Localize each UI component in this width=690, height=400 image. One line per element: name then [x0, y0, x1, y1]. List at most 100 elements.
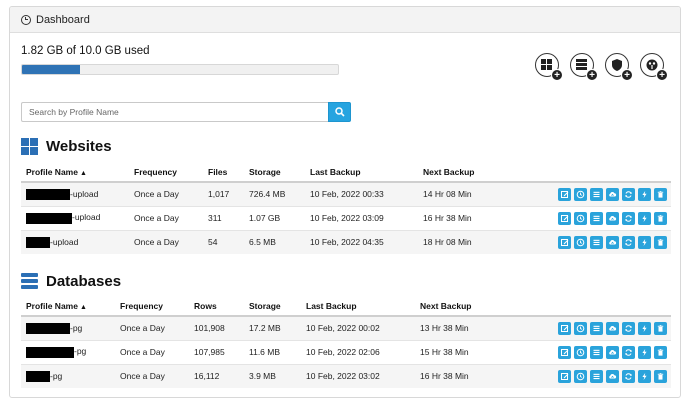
- bolt-button[interactable]: [638, 369, 651, 383]
- bolt-icon: [642, 324, 647, 332]
- history-button[interactable]: [574, 321, 587, 335]
- column-header-storage: Storage: [249, 163, 310, 183]
- panel-header: Dashboard: [10, 7, 680, 33]
- bolt-icon: [642, 190, 647, 198]
- history-button[interactable]: [574, 187, 587, 201]
- trash-icon: [657, 348, 664, 356]
- add-security-button[interactable]: +: [605, 53, 633, 81]
- bolt-button[interactable]: [638, 211, 651, 225]
- list-button[interactable]: [590, 211, 603, 225]
- actions-cell: [541, 229, 671, 254]
- bolt-button[interactable]: [638, 235, 651, 249]
- table-header-row: Profile Name ▲ Frequency Files Storage La…: [21, 163, 671, 183]
- list-button[interactable]: [590, 235, 603, 249]
- history-icon: [576, 190, 585, 199]
- table-row: -upload Once a Day 1,017 726.4 MB 10 Feb…: [21, 181, 671, 206]
- bolt-button[interactable]: [638, 187, 651, 201]
- history-icon: [576, 214, 585, 222]
- trash-button[interactable]: [654, 187, 667, 201]
- cloud-upload-button[interactable]: [606, 369, 619, 383]
- table-row: -pg Once a Day 16,112 3.9 MB 10 Feb, 202…: [21, 363, 671, 388]
- trash-button[interactable]: [654, 211, 667, 225]
- cloud-upload-icon: [609, 349, 617, 354]
- storage-cell: 1.07 GB: [249, 205, 310, 230]
- cloud-upload-button[interactable]: [606, 187, 619, 201]
- add-website-icon: [541, 59, 552, 70]
- next-backup-cell: 14 Hr 08 Min: [423, 181, 541, 206]
- trash-button[interactable]: [654, 345, 667, 359]
- refresh-button[interactable]: [622, 345, 635, 359]
- history-button[interactable]: [574, 345, 587, 359]
- cloud-upload-icon: [609, 373, 617, 379]
- trash-icon: [657, 238, 664, 246]
- trash-button[interactable]: [654, 235, 667, 249]
- column-header-profile-name[interactable]: Profile Name ▲: [21, 297, 120, 317]
- edit-button[interactable]: [558, 345, 571, 359]
- list-button[interactable]: [590, 321, 603, 335]
- history-button[interactable]: [574, 211, 587, 225]
- list-icon: [593, 215, 600, 221]
- table-header-row: Profile Name ▲ Frequency Rows Storage Las…: [21, 297, 671, 317]
- edit-icon: [561, 324, 569, 332]
- panel-title: Dashboard: [36, 13, 90, 26]
- trash-button[interactable]: [654, 321, 667, 335]
- edit-button[interactable]: [558, 211, 571, 225]
- list-button[interactable]: [590, 345, 603, 359]
- databases-icon: [21, 273, 38, 290]
- bolt-button[interactable]: [638, 321, 651, 335]
- history-button[interactable]: [574, 369, 587, 383]
- actions-cell: [541, 205, 671, 230]
- edit-button[interactable]: [558, 187, 571, 201]
- edit-icon: [561, 348, 569, 356]
- add-website-button[interactable]: +: [535, 53, 563, 81]
- profile-search: [21, 102, 351, 122]
- list-icon: [593, 349, 600, 355]
- search-button[interactable]: [328, 102, 351, 122]
- history-button[interactable]: [574, 235, 587, 249]
- rows-cell: 107,985: [194, 339, 249, 364]
- table-row: -upload Once a Day 54 6.5 MB 10 Feb, 202…: [21, 229, 671, 254]
- refresh-button[interactable]: [622, 211, 635, 225]
- refresh-button[interactable]: [622, 235, 635, 249]
- sort-ascending-icon: ▲: [79, 304, 87, 311]
- bolt-icon: [642, 372, 647, 380]
- column-header-profile-name[interactable]: Profile Name ▲: [21, 163, 134, 183]
- redacted-name: [26, 322, 70, 334]
- column-header-last-backup: Last Backup: [306, 297, 420, 317]
- column-header-next-backup: Next Backup: [420, 297, 541, 317]
- column-header-files: Files: [208, 163, 249, 183]
- rows-cell: 16,112: [194, 363, 249, 388]
- profile-name-cell: -pg: [21, 363, 120, 388]
- add-database-button[interactable]: +: [570, 53, 598, 81]
- files-cell: 54: [208, 229, 249, 254]
- refresh-button[interactable]: [622, 321, 635, 335]
- sort-ascending-icon: ▲: [79, 170, 87, 177]
- edit-button[interactable]: [558, 235, 571, 249]
- bolt-button[interactable]: [638, 345, 651, 359]
- bolt-icon: [642, 238, 647, 246]
- list-button[interactable]: [590, 369, 603, 383]
- edit-button[interactable]: [558, 369, 571, 383]
- databases-table: Profile Name ▲ Frequency Rows Storage Las…: [21, 297, 671, 388]
- refresh-button[interactable]: [622, 187, 635, 201]
- cloud-upload-button[interactable]: [606, 235, 619, 249]
- history-icon: [576, 324, 585, 333]
- cloud-upload-button[interactable]: [606, 321, 619, 335]
- frequency-cell: Once a Day: [134, 181, 208, 206]
- list-icon: [593, 325, 600, 331]
- refresh-icon: [625, 373, 632, 380]
- websites-icon: [21, 138, 38, 155]
- add-dashboard-button[interactable]: +: [640, 53, 668, 81]
- cloud-upload-button[interactable]: [606, 345, 619, 359]
- search-input[interactable]: [21, 102, 328, 122]
- cloud-upload-button[interactable]: [606, 211, 619, 225]
- edit-button[interactable]: [558, 321, 571, 335]
- table-row: -pg Once a Day 107,985 11.6 MB 10 Feb, 2…: [21, 339, 671, 364]
- redacted-name: [26, 370, 50, 382]
- profile-name-cell: -upload: [21, 181, 134, 206]
- refresh-button[interactable]: [622, 369, 635, 383]
- cloud-upload-icon: [609, 191, 617, 197]
- profile-name-cell: -pg: [21, 315, 120, 340]
- list-button[interactable]: [590, 187, 603, 201]
- trash-button[interactable]: [654, 369, 667, 383]
